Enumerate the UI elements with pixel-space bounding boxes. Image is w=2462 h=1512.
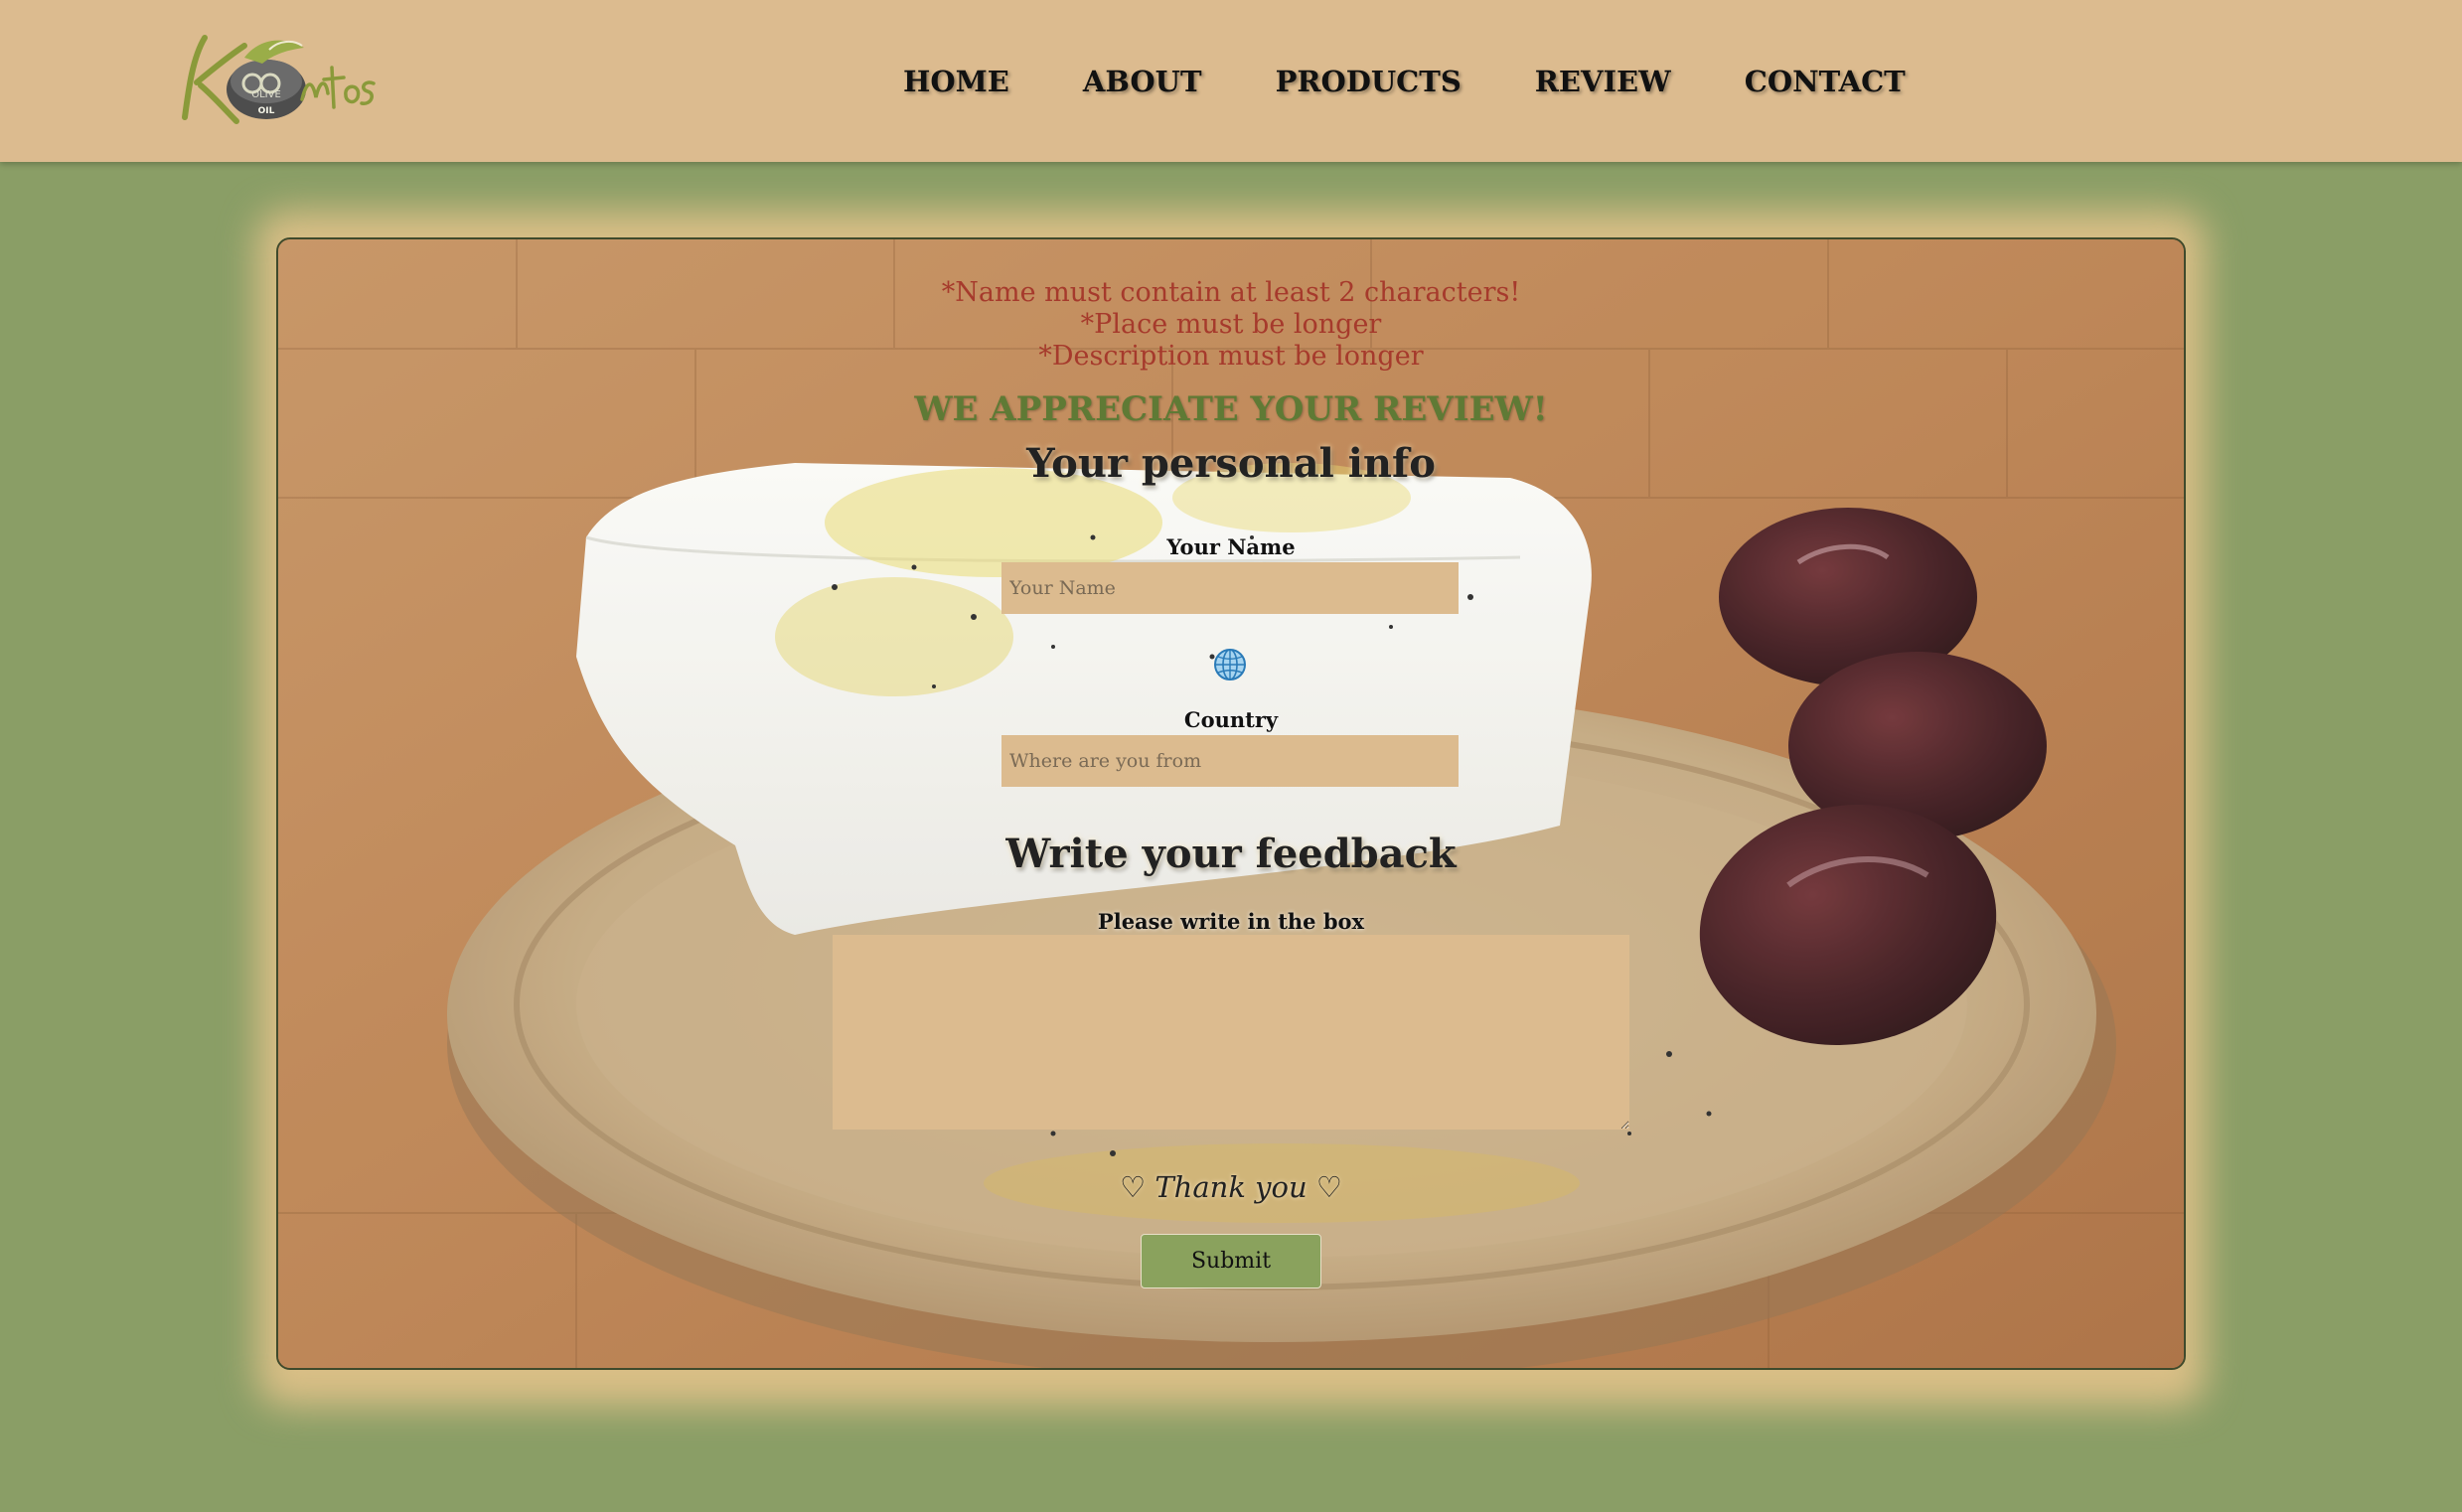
appreciate-heading: WE APPRECIATE YOUR REVIEW! [914, 389, 1548, 429]
personal-info-heading: Your personal info [1026, 440, 1436, 487]
name-input[interactable] [1001, 562, 1459, 614]
submit-button[interactable]: Submit [1141, 1234, 1321, 1288]
site-header: OLIVE OIL HOME ABOUT PRODUCTS REVIEW CON… [0, 0, 2462, 162]
country-input[interactable] [1001, 735, 1459, 787]
feedback-textarea[interactable] [833, 935, 1629, 1130]
feedback-heading: Write your feedback [1005, 831, 1457, 877]
country-label: Country [1183, 707, 1279, 732]
nav-review[interactable]: REVIEW [1498, 65, 1708, 98]
globe-icon [1214, 649, 1246, 680]
error-place: *Place must be longer [1080, 309, 1382, 340]
name-label: Your Name [1166, 534, 1296, 559]
review-form-card: *Name must contain at least 2 characters… [276, 237, 2186, 1370]
feedback-label: Please write in the box [1097, 909, 1365, 934]
svg-text:OLIVE: OLIVE [251, 89, 281, 100]
brand-logo[interactable]: OLIVE OIL [175, 28, 380, 131]
main-nav: HOME ABOUT PRODUCTS REVIEW CONTACT [866, 0, 1942, 162]
kontos-logo-graphic: OLIVE OIL [182, 35, 376, 124]
svg-text:OIL: OIL [258, 106, 275, 116]
nav-home[interactable]: HOME [866, 65, 1046, 98]
error-name: *Name must contain at least 2 characters… [941, 277, 1521, 308]
nav-products[interactable]: PRODUCTS [1239, 65, 1498, 98]
nav-about[interactable]: ABOUT [1046, 65, 1239, 98]
nav-contact[interactable]: CONTACT [1708, 65, 1942, 98]
thank-you-text: ♡ Thank you ♡ [1120, 1170, 1342, 1204]
review-form: *Name must contain at least 2 characters… [278, 239, 2184, 1368]
error-description: *Description must be longer [1038, 341, 1424, 372]
